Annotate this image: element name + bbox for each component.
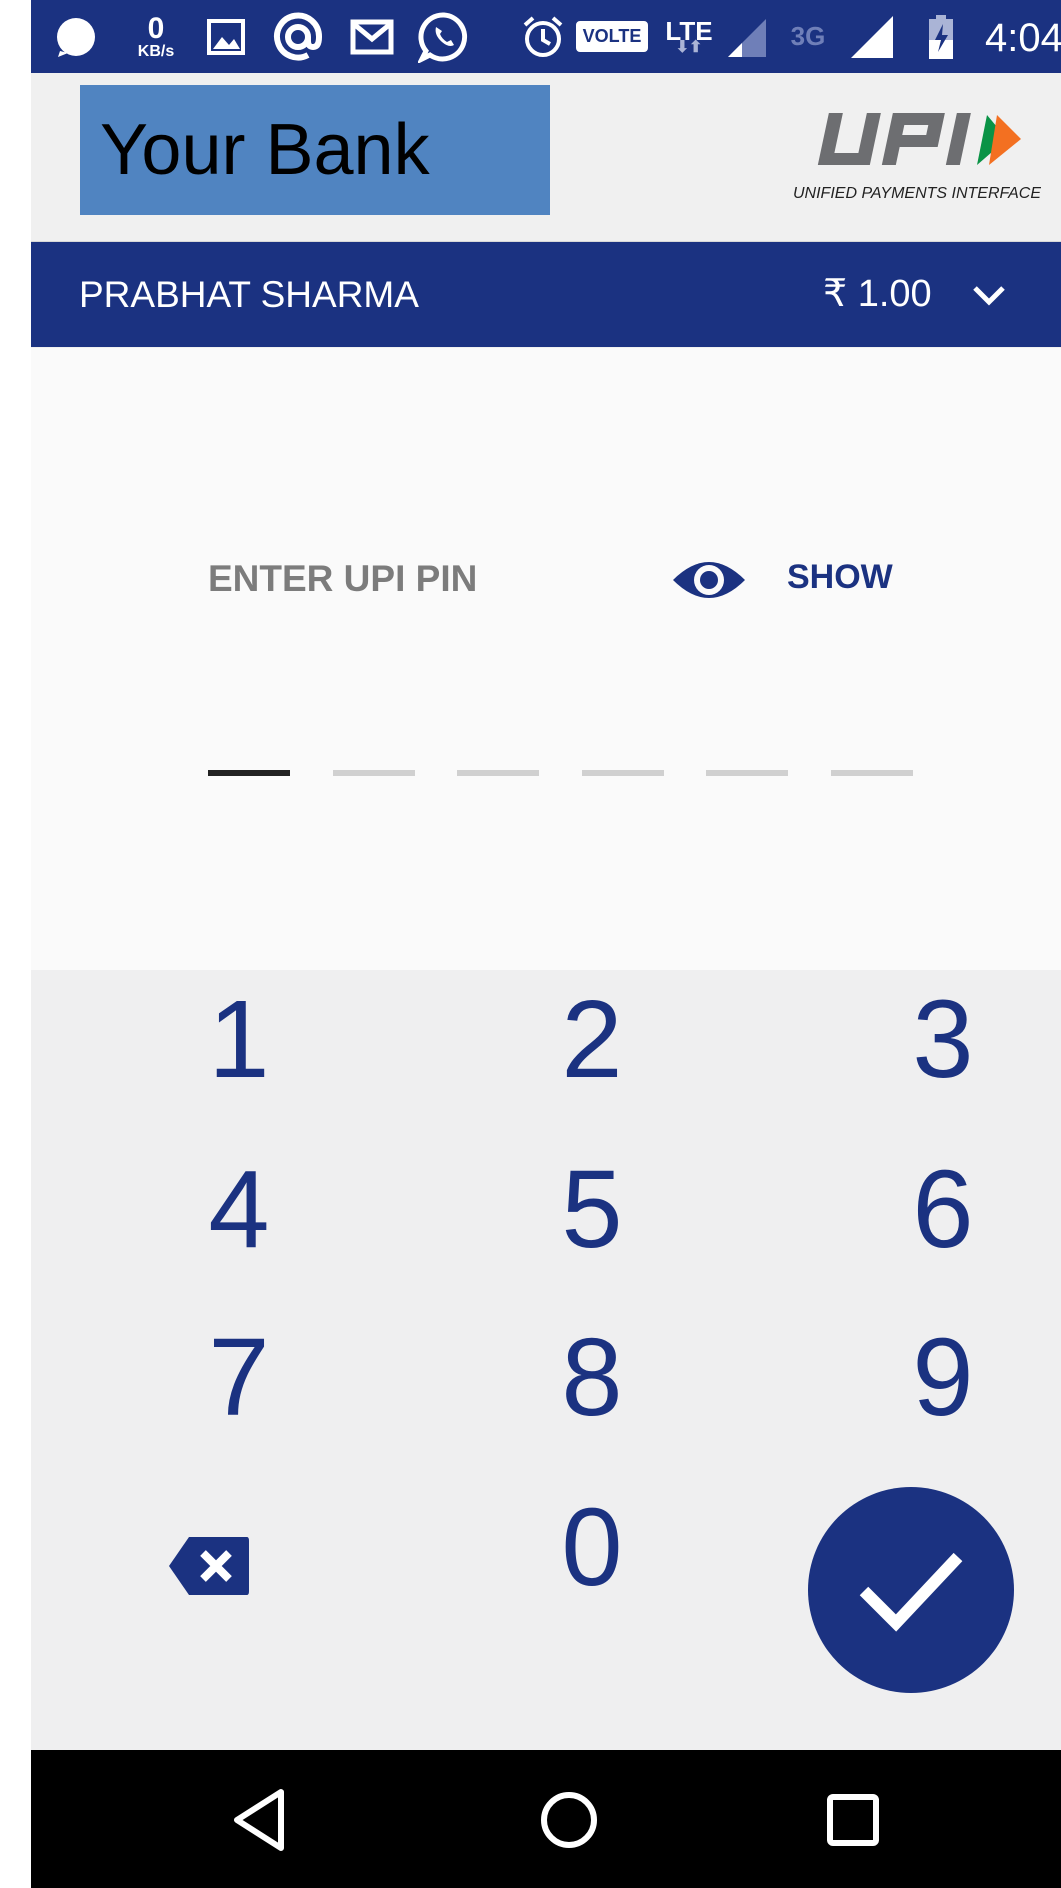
phone-screen: 0 KB/s VOLTE LTE ⬇⬆ 3G 4:04 Your Bank UN… bbox=[31, 0, 1061, 1888]
pin-entry-area: ENTER UPI PIN SHOW bbox=[31, 348, 1061, 970]
image-icon bbox=[201, 0, 251, 73]
checkmark-icon bbox=[859, 1552, 963, 1632]
pin-digit-slot bbox=[332, 770, 415, 776]
key-8[interactable]: 8 bbox=[482, 1308, 702, 1448]
pin-digit-slot bbox=[830, 770, 913, 776]
show-pin-toggle[interactable]: SHOW bbox=[787, 558, 893, 597]
payment-amount: ₹ 1.00 bbox=[823, 273, 932, 315]
key-9[interactable]: 9 bbox=[833, 1308, 1053, 1448]
upi-tagline: UNIFIED PAYMENTS INTERFACE bbox=[793, 185, 1041, 202]
eye-icon[interactable] bbox=[671, 552, 747, 608]
key-6[interactable]: 6 bbox=[833, 1140, 1053, 1280]
bank-name: Your Bank bbox=[100, 110, 430, 190]
pin-digit-slot bbox=[706, 770, 788, 776]
volte-label: VOLTE bbox=[575, 21, 649, 52]
upi-logo: UNIFIED PAYMENTS INTERFACE bbox=[793, 113, 1041, 202]
gmail-icon bbox=[344, 0, 399, 73]
pin-label: ENTER UPI PIN bbox=[208, 558, 478, 599]
recents-nav-icon[interactable] bbox=[813, 1780, 893, 1860]
pin-digit-slot bbox=[581, 770, 664, 776]
data-speed-unit: KB/s bbox=[137, 42, 175, 60]
signal-strength-icon-2 bbox=[846, 0, 898, 73]
alarm-clock-icon bbox=[519, 0, 567, 73]
system-nav-bar bbox=[31, 1750, 1061, 1888]
home-nav-icon[interactable] bbox=[529, 1780, 609, 1860]
data-speed-indicator: 0 KB/s bbox=[126, 0, 186, 73]
backspace-icon[interactable] bbox=[167, 1533, 251, 1599]
payee-name: PRABHAT SHARMA bbox=[79, 274, 419, 315]
key-5[interactable]: 5 bbox=[482, 1140, 702, 1280]
volte-badge: VOLTE bbox=[575, 0, 649, 73]
app-header: Your Bank UNIFIED PAYMENTS INTERFACE bbox=[31, 73, 1061, 243]
numeric-keypad: 1 2 3 4 5 6 7 8 9 0 bbox=[31, 970, 1061, 1750]
status-time: 4:04 bbox=[985, 16, 1061, 60]
pin-digit-slot bbox=[208, 770, 290, 776]
whatsapp-icon bbox=[414, 0, 474, 73]
bank-logo-box: Your Bank bbox=[80, 85, 550, 215]
key-7[interactable]: 7 bbox=[129, 1308, 349, 1448]
lte-arrows-icon: ⬇⬆ bbox=[675, 38, 703, 56]
pin-digit-slot bbox=[457, 770, 539, 776]
signal-strength-icon-1 bbox=[721, 0, 771, 73]
key-2[interactable]: 2 bbox=[482, 970, 702, 1110]
key-3[interactable]: 3 bbox=[833, 970, 1053, 1110]
submit-pin-button[interactable] bbox=[808, 1487, 1014, 1693]
payee-bar[interactable]: PRABHAT SHARMA ₹ 1.00 bbox=[31, 242, 1061, 347]
status-bar: 0 KB/s VOLTE LTE ⬇⬆ 3G 4:04 bbox=[31, 0, 1061, 73]
network-3g-indicator: 3G bbox=[783, 0, 833, 73]
lte-indicator: LTE ⬇⬆ bbox=[659, 0, 719, 73]
chevron-down-icon[interactable] bbox=[969, 276, 1009, 316]
network-3g-label: 3G bbox=[790, 21, 826, 51]
at-sign-icon bbox=[268, 0, 328, 73]
battery-charging-icon bbox=[921, 0, 961, 73]
data-speed-value: 0 bbox=[147, 11, 165, 45]
chat-bubble-icon bbox=[51, 0, 101, 73]
key-1[interactable]: 1 bbox=[129, 970, 349, 1110]
key-4[interactable]: 4 bbox=[129, 1140, 349, 1280]
back-nav-icon[interactable] bbox=[221, 1780, 301, 1860]
key-0[interactable]: 0 bbox=[482, 1478, 702, 1618]
